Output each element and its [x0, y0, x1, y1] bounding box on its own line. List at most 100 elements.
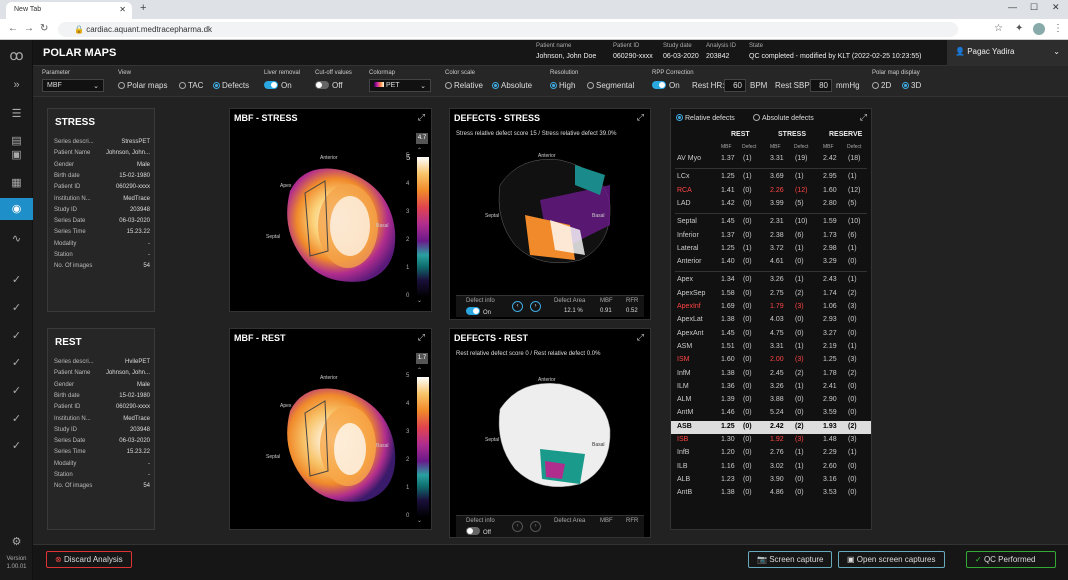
rest-sbp-input[interactable]: 80: [810, 79, 832, 92]
relative-radio[interactable]: Relative: [445, 81, 483, 90]
check-step-4-icon[interactable]: ✓: [0, 352, 33, 374]
table-row[interactable]: ASM 1.51 (0) 3.31 (1) 2.19 (1): [671, 341, 871, 354]
segmental-radio[interactable]: Segmental: [587, 81, 634, 90]
scale-up-icon[interactable]: ⌃: [417, 367, 422, 374]
scale-up-icon[interactable]: ⌃: [417, 147, 422, 154]
expand-icon[interactable]: ⤢: [637, 112, 644, 123]
table-row[interactable]: ApexInf 1.69 (0) 1.79 (3) 1.06 (3): [671, 301, 871, 314]
scale-down-icon[interactable]: ⌄: [417, 297, 422, 304]
check-step-2-icon[interactable]: ✓: [0, 297, 33, 319]
table-row[interactable]: Septal 1.45 (0) 2.31 (10) 1.59 (10): [671, 216, 871, 229]
table-row[interactable]: Inferior 1.37 (0) 2.38 (6) 1.73 (6): [671, 230, 871, 243]
polar-map-icon[interactable]: ◉: [0, 198, 33, 220]
check-step-6-icon[interactable]: ✓: [0, 408, 33, 430]
absolute-defects-radio[interactable]: Absolute defects: [753, 114, 814, 122]
table-row[interactable]: LCx 1.25 (1) 3.69 (1) 2.95 (1): [671, 171, 871, 184]
rest-heart-3d[interactable]: Anterior Apex Septal Basal: [250, 351, 410, 531]
check-step-5-icon[interactable]: ✓: [0, 380, 33, 402]
relative-defects-radio[interactable]: Relative defects: [676, 114, 735, 122]
colormap-select[interactable]: PET ⌄: [369, 79, 431, 92]
table-row[interactable]: ApexSep 1.58 (0) 2.75 (2) 1.74 (2): [671, 288, 871, 301]
table-row[interactable]: Anterior 1.40 (0) 4.61 (0) 3.29 (0): [671, 256, 871, 269]
expand-icon[interactable]: ⤢: [637, 332, 644, 343]
scale-max-value[interactable]: 1.7: [416, 353, 428, 364]
table-row[interactable]: ISM 1.60 (0) 2.00 (3) 1.25 (3): [671, 354, 871, 367]
cutoff-toggle[interactable]: Off: [315, 81, 343, 90]
color-scale-bar[interactable]: [417, 377, 429, 517]
view-tac-radio[interactable]: TAC: [179, 81, 203, 90]
user-menu[interactable]: 👤 Pagac Yadira ⌄: [947, 40, 1068, 66]
stress-defect-mesh[interactable]: Anterior Septal Basal: [480, 145, 630, 275]
scale-down-icon[interactable]: ⌄: [417, 517, 422, 524]
table-row[interactable]: ApexLat 1.38 (0) 4.03 (0) 2.93 (0): [671, 314, 871, 327]
expand-icon[interactable]: ⤢: [418, 112, 425, 123]
table-row[interactable]: ALM 1.39 (0) 3.88 (0) 2.90 (0): [671, 394, 871, 407]
expand-icon[interactable]: ⤢: [860, 112, 867, 123]
table-row[interactable]: ASB 1.25 (0) 2.42 (2) 1.93 (2): [671, 420, 871, 434]
display-3d-radio[interactable]: 3D: [902, 81, 921, 90]
next-defect-icon[interactable]: ›: [530, 521, 541, 532]
table-row[interactable]: InfM 1.38 (0) 2.45 (2) 1.78 (2): [671, 368, 871, 381]
table-row[interactable]: AntB 1.38 (0) 4.86 (0) 3.53 (0): [671, 487, 871, 500]
maximize-icon[interactable]: ☐: [1030, 2, 1038, 13]
close-tab-icon[interactable]: ✕: [119, 5, 126, 14]
scale-max-value[interactable]: 4.7: [416, 133, 428, 144]
view-polar-radio[interactable]: Polar maps: [118, 81, 167, 90]
check-step-3-icon[interactable]: ✓: [0, 325, 33, 347]
defect-info-toggle[interactable]: Off: [466, 527, 491, 536]
table-row[interactable]: Apex 1.34 (0) 3.26 (1) 2.43 (1): [671, 274, 871, 287]
mbf-rest-viewer[interactable]: MBF - REST ⤢ Anterior Apex Septal Basal …: [229, 328, 432, 530]
stress-heart-3d[interactable]: Anterior Apex Septal Basal: [250, 131, 410, 311]
document-icon[interactable]: ▣: [0, 144, 33, 166]
back-icon[interactable]: ←: [8, 23, 18, 34]
rest-hr-input[interactable]: 60: [724, 79, 746, 92]
next-defect-icon[interactable]: ›: [530, 301, 541, 312]
minimize-icon[interactable]: —: [1008, 2, 1017, 12]
extensions-icon[interactable]: ✦: [1015, 23, 1023, 34]
table-row[interactable]: InfB 1.20 (0) 2.76 (1) 2.29 (1): [671, 447, 871, 460]
table-row[interactable]: ILM 1.36 (0) 3.26 (1) 2.41 (0): [671, 381, 871, 394]
list-icon[interactable]: ☰: [0, 103, 33, 125]
color-scale-bar[interactable]: [417, 157, 429, 297]
view-defects-radio[interactable]: Defects: [213, 81, 249, 90]
mbf-stress-viewer[interactable]: MBF - STRESS ⤢ Anterior Apex Septal Basa…: [229, 108, 432, 312]
table-row[interactable]: ApexAnt 1.45 (0) 4.75 (0) 3.27 (0): [671, 328, 871, 341]
prev-defect-icon[interactable]: ‹: [512, 521, 523, 532]
grid-icon[interactable]: ▦: [0, 172, 33, 194]
close-window-icon[interactable]: ✕: [1052, 2, 1060, 13]
forward-icon[interactable]: →: [24, 23, 34, 34]
check-step-1-icon[interactable]: ✓: [0, 269, 33, 291]
expand-nav-icon[interactable]: »: [0, 74, 33, 96]
rest-defect-mesh[interactable]: Anterior Septal Basal: [480, 369, 630, 499]
table-row[interactable]: LAD 1.42 (0) 3.99 (5) 2.80 (5): [671, 198, 871, 211]
new-tab-icon[interactable]: +: [140, 2, 146, 14]
defects-stress-viewer[interactable]: DEFECTS - STRESS ⤢ Stress relative defec…: [449, 108, 651, 320]
liver-removal-toggle[interactable]: On: [264, 81, 292, 90]
absolute-radio[interactable]: Absolute: [492, 81, 532, 90]
browser-menu-icon[interactable]: ⋮: [1053, 23, 1063, 34]
table-row[interactable]: ILB 1.16 (0) 3.02 (1) 2.60 (0): [671, 461, 871, 474]
defects-rest-viewer[interactable]: DEFECTS - REST ⤢ Rest relative defect sc…: [449, 328, 651, 538]
reload-icon[interactable]: ↻: [40, 23, 48, 34]
address-bar[interactable]: 🔒 cardiac.aquant.medtracepharma.dk: [58, 22, 958, 37]
display-2d-radio[interactable]: 2D: [872, 81, 891, 90]
table-row[interactable]: Lateral 1.25 (1) 3.72 (1) 2.98 (1): [671, 243, 871, 256]
table-row[interactable]: AV Myo 1.37 (1) 3.31 (19) 2.42 (18): [671, 153, 871, 166]
browser-tab[interactable]: New Tab ✕: [6, 2, 132, 19]
waveform-icon[interactable]: ∿: [0, 228, 33, 250]
rpp-toggle[interactable]: On: [652, 81, 680, 90]
open-screen-captures-button[interactable]: ▣ Open screen captures: [838, 551, 945, 568]
prev-defect-icon[interactable]: ‹: [512, 301, 523, 312]
defect-info-toggle[interactable]: On: [466, 307, 491, 316]
table-row[interactable]: ALB 1.23 (0) 3.90 (0) 3.16 (0): [671, 474, 871, 487]
check-step-7-icon[interactable]: ✓: [0, 435, 33, 457]
high-radio[interactable]: High: [550, 81, 575, 90]
table-row[interactable]: RCA 1.41 (0) 2.26 (12) 1.60 (12): [671, 185, 871, 198]
bookmark-star-icon[interactable]: ☆: [994, 23, 1003, 34]
table-row[interactable]: ISB 1.30 (0) 1.92 (3) 1.48 (3): [671, 434, 871, 447]
table-row[interactable]: AntM 1.46 (0) 5.24 (0) 3.59 (0): [671, 407, 871, 420]
screen-capture-button[interactable]: 📷 Screen capture: [748, 551, 833, 568]
expand-icon[interactable]: ⤢: [418, 332, 425, 343]
profile-avatar[interactable]: [1033, 23, 1045, 35]
discard-analysis-button[interactable]: ⊗ Discard Analysis: [46, 551, 132, 568]
